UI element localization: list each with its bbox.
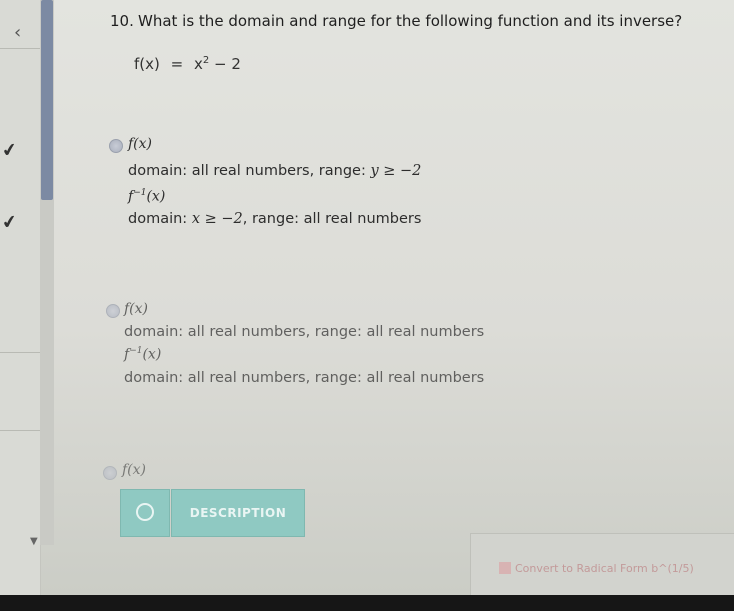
inverse-exponent: −1 bbox=[133, 188, 147, 198]
question-text: What is the domain and range for the fol… bbox=[138, 12, 683, 30]
function-equals: = bbox=[170, 55, 184, 73]
convert-radical-link[interactable]: Convert to Radical Form b^(1/5) bbox=[499, 562, 694, 575]
inverse-range-text: , range: all real numbers bbox=[242, 211, 422, 227]
option-function-label: f(x) bbox=[122, 462, 147, 478]
option-domain-range: domain: all real numbers, range: all rea… bbox=[124, 324, 485, 340]
radio-button[interactable] bbox=[106, 304, 120, 318]
radio-button[interactable] bbox=[103, 466, 117, 480]
question-number: 10. bbox=[110, 12, 134, 30]
nav-divider bbox=[0, 352, 40, 353]
bottom-tool-panel: Convert to Radical Form b^(1/5) bbox=[470, 533, 734, 596]
scrollbar-thumb[interactable] bbox=[41, 0, 53, 200]
option-inverse-label: f−1(x) bbox=[128, 188, 165, 205]
option-function-label: f(x) bbox=[124, 301, 149, 317]
radio-button[interactable] bbox=[109, 139, 123, 153]
inverse-domain-label: domain: bbox=[128, 211, 192, 227]
inverse-exponent: −1 bbox=[129, 346, 143, 356]
screen: ‹ ✔ ✔ ▼ 10. What is the domain and range… bbox=[0, 0, 734, 596]
function-lhs: f(x) bbox=[134, 55, 160, 73]
option-inverse-domain-range: domain: x ≥ −2, range: all real numbers bbox=[128, 211, 421, 227]
check-icon: ✔ bbox=[0, 138, 19, 163]
function-rest: − 2 bbox=[209, 55, 241, 73]
question-nav-sidebar: ‹ ✔ ✔ bbox=[0, 0, 41, 595]
convert-icon bbox=[499, 562, 511, 574]
function-definition: f(x) = x2 − 2 bbox=[134, 55, 241, 73]
nav-divider bbox=[0, 430, 40, 431]
convert-label: Convert to Radical Form b^(1/5) bbox=[515, 562, 694, 575]
chevron-left-icon[interactable]: ‹ bbox=[14, 22, 21, 43]
inverse-domain-expression: x ≥ −2 bbox=[191, 211, 243, 227]
nav-divider bbox=[0, 48, 40, 49]
question-panel: 10. What is the domain and range for the… bbox=[54, 0, 734, 550]
function-base: x bbox=[194, 55, 203, 73]
circle-icon bbox=[136, 503, 154, 521]
inverse-arg: (x) bbox=[146, 188, 166, 205]
check-answer-button[interactable] bbox=[120, 489, 170, 537]
check-icon: ✔ bbox=[0, 210, 19, 235]
range-expression: y ≥ −2 bbox=[370, 163, 422, 179]
scroll-down-icon[interactable]: ▼ bbox=[30, 536, 38, 547]
scrollbar[interactable] bbox=[40, 0, 54, 545]
option-domain-range: domain: all real numbers, range: y ≥ −2 bbox=[128, 163, 421, 179]
option-function-label: f(x) bbox=[128, 136, 153, 152]
inverse-arg: (x) bbox=[142, 346, 162, 363]
domain-range-text: domain: all real numbers, range: bbox=[128, 163, 371, 179]
option-inverse-label: f−1(x) bbox=[124, 346, 161, 363]
option-inverse-domain-range: domain: all real numbers, range: all rea… bbox=[124, 370, 485, 386]
description-button[interactable]: DESCRIPTION bbox=[171, 489, 305, 537]
screen-bezel bbox=[0, 595, 734, 611]
